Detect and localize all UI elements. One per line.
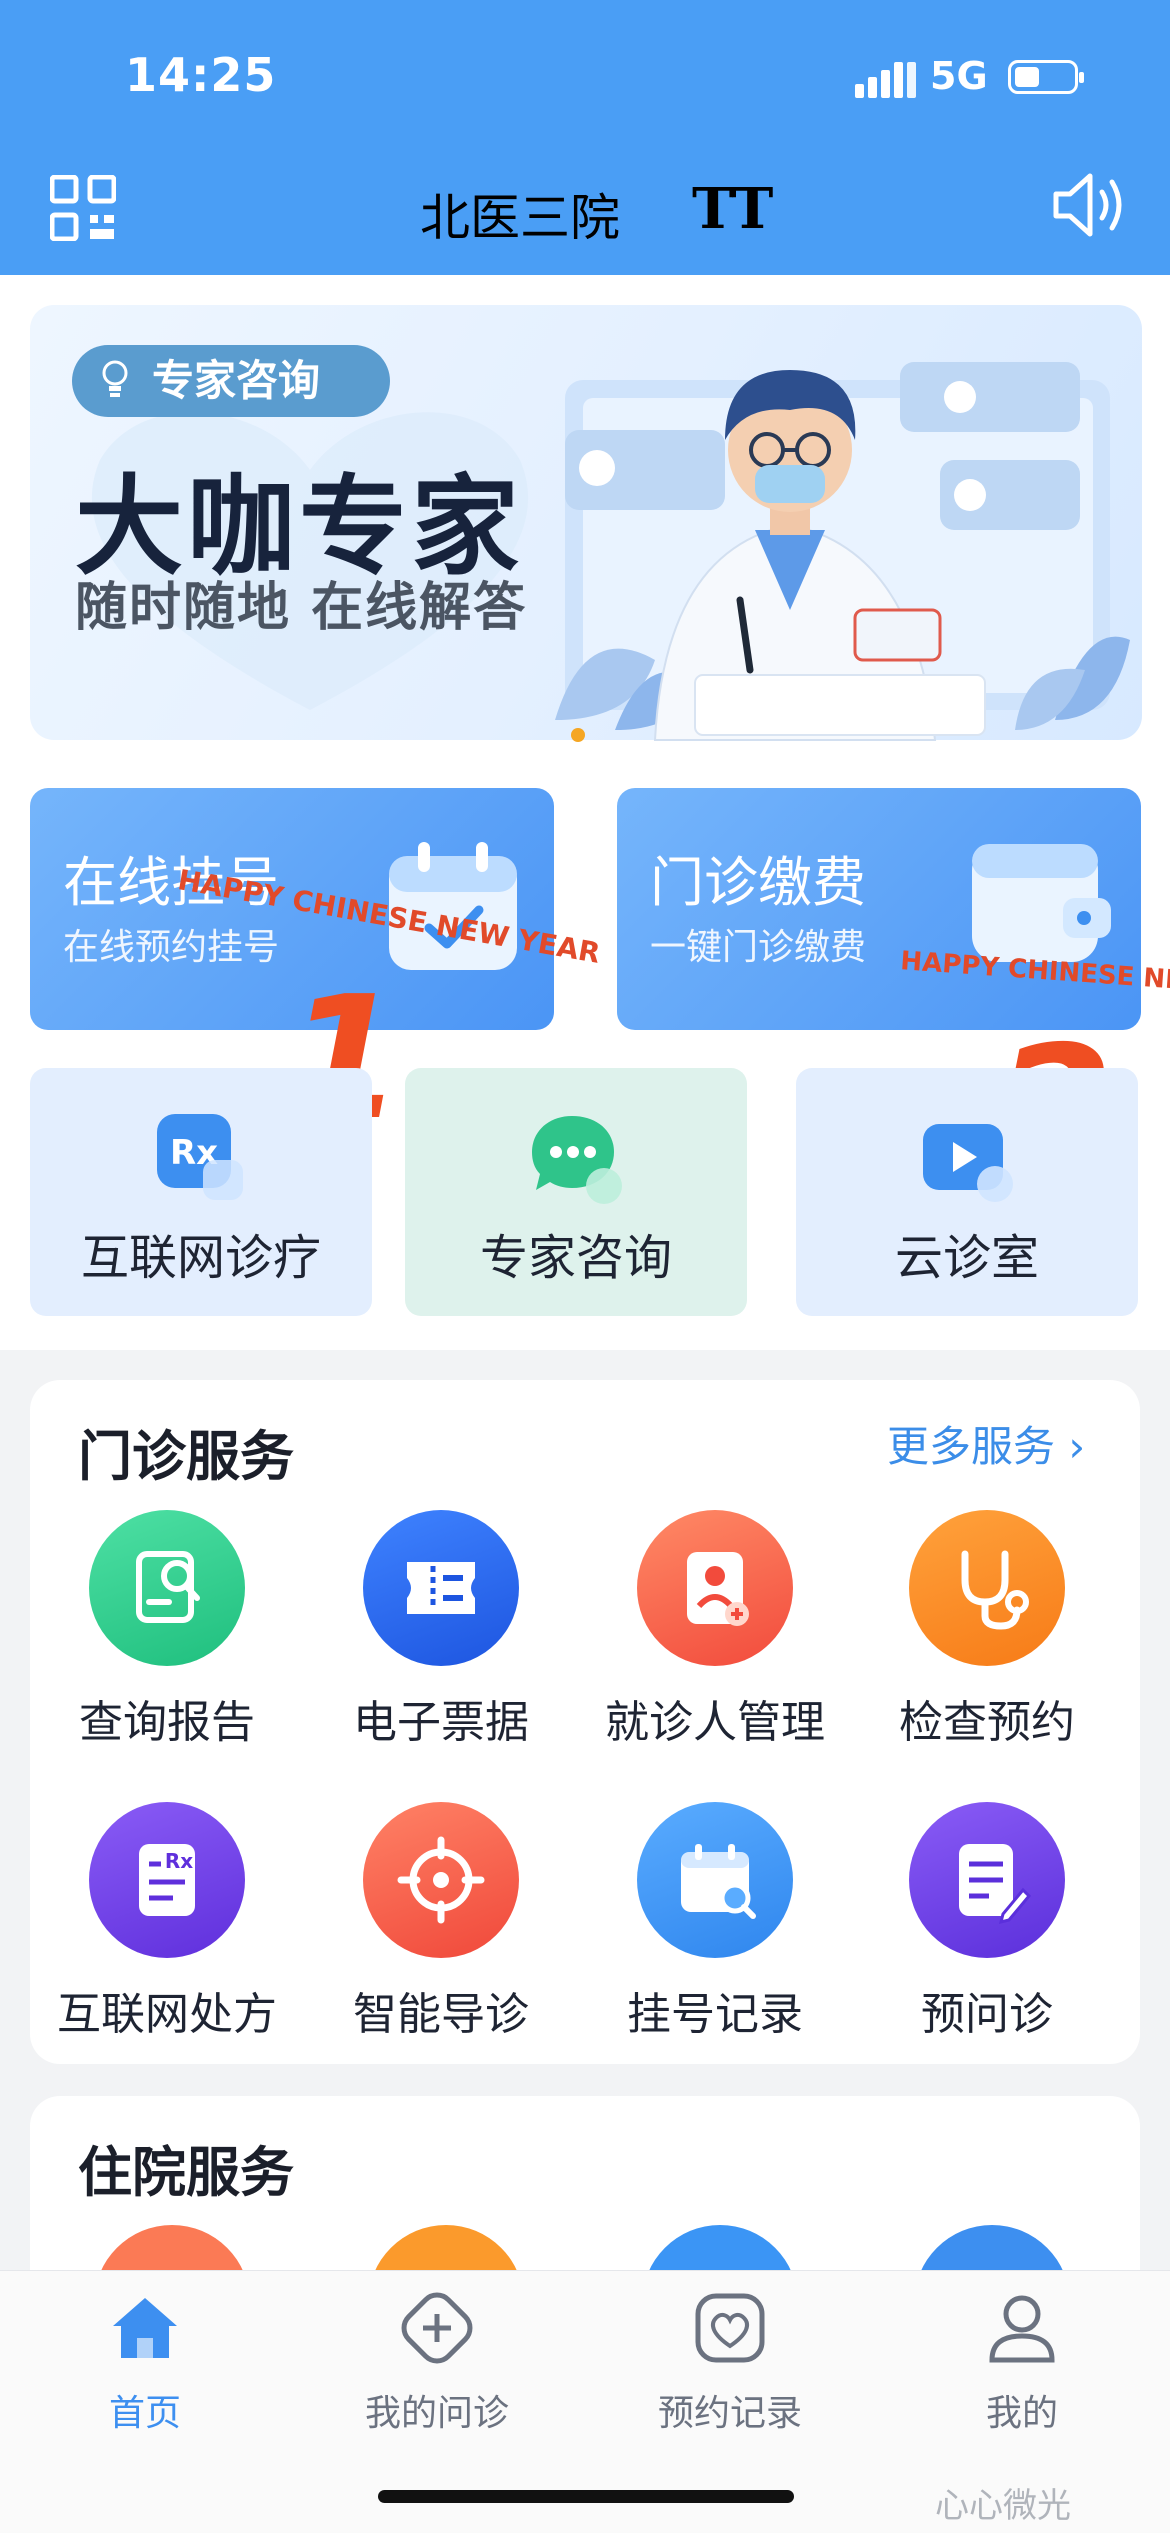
patient-card-icon (637, 1510, 793, 1666)
service-label: 预问诊 (921, 1989, 1053, 2040)
service-label: 查询报告 (79, 1697, 255, 1748)
svg-text:Rx: Rx (165, 1849, 193, 1873)
service-smart-guide[interactable]: 智能导诊 (316, 1802, 566, 2042)
home-indicator[interactable] (378, 2490, 794, 2503)
service-register-records[interactable]: 挂号记录 (590, 1802, 840, 2042)
heart-shield-icon (695, 2293, 765, 2363)
service-label: 检查预约 (899, 1697, 1075, 1748)
rx-icon: Rx (157, 1114, 243, 1200)
chat-bubble-icon (532, 1116, 622, 1204)
tab-profile[interactable]: 我的 (922, 2288, 1122, 2436)
service-label: 电子票据 (353, 1697, 529, 1748)
payment-subtitle: 一键门诊缴费 (650, 927, 867, 968)
tab-home[interactable]: 首页 (45, 2288, 245, 2436)
service-exam-booking[interactable]: 检查预约 (862, 1510, 1112, 1750)
report-search-icon (89, 1510, 245, 1666)
expert-consult-button[interactable]: 专家咨询 (405, 1068, 747, 1316)
cloud-clinic-button[interactable]: 云诊室 (796, 1068, 1138, 1316)
inpatient-title: 住院服务 (78, 2141, 294, 2204)
wallet-icon (972, 844, 1111, 962)
prescription-icon: Rx (89, 1802, 245, 1958)
more-services-link[interactable]: 更多服务 › (887, 1413, 1085, 1474)
calendar-search-icon (637, 1802, 793, 1958)
service-label: 互联网处方 (57, 1989, 277, 2040)
status-bar: 14:25 5G (0, 0, 1170, 150)
target-icon (363, 1802, 519, 1958)
service-label: 就诊人管理 (605, 1697, 825, 1748)
tab-label: 预约记录 (657, 2393, 802, 2434)
tab-label: 首页 (108, 2393, 181, 2434)
tab-label: 我的问诊 (364, 2393, 509, 2434)
network-label: 5G (930, 54, 988, 98)
service-pre-consultation[interactable]: 预问诊 (862, 1802, 1112, 2042)
medical-plus-icon (401, 2292, 473, 2364)
banner-subline: 随时随地 在线解答 (75, 578, 528, 638)
service-label: 智能导诊 (353, 1989, 529, 2040)
font-size-icon[interactable]: TT (692, 176, 773, 242)
video-icon (923, 1124, 1013, 1202)
user-icon (989, 2295, 1055, 2363)
register-subtitle: 在线预约挂号 (63, 927, 280, 968)
home-icon (113, 2298, 177, 2358)
doctor-illustration (555, 362, 1130, 742)
stethoscope-icon (909, 1510, 1065, 1666)
tab-label: 我的 (985, 2393, 1058, 2434)
service-e-receipt[interactable]: 电子票据 (316, 1510, 566, 1750)
outpatient-title: 门诊服务 (78, 1425, 294, 1488)
note-edit-icon (909, 1802, 1065, 1958)
watermark: 心心微光 (935, 2486, 1071, 2526)
cloud-clinic-label: 云诊室 (894, 1230, 1039, 1286)
battery-icon (1008, 60, 1084, 94)
status-time: 14:25 (125, 48, 277, 102)
speaker-icon[interactable] (1052, 170, 1132, 240)
signal-icon (855, 62, 916, 98)
ticket-icon (363, 1510, 519, 1666)
internet-diagnosis-button[interactable]: Rx 互联网诊疗 (30, 1068, 372, 1316)
expert-consult-label: 专家咨询 (479, 1230, 672, 1286)
service-patient-management[interactable]: 就诊人管理 (590, 1510, 840, 1750)
lightbulb-icon (102, 360, 128, 397)
service-label: 挂号记录 (627, 1989, 803, 2040)
tab-my-consultations[interactable]: 我的问诊 (337, 2288, 537, 2436)
qr-code-icon[interactable] (50, 175, 116, 241)
tab-appointment-records[interactable]: 预约记录 (630, 2288, 830, 2436)
service-query-report[interactable]: 查询报告 (42, 1510, 292, 1750)
internet-diagnosis-label: 互联网诊疗 (80, 1230, 321, 1286)
page-title: 北医三院 (420, 189, 620, 247)
service-internet-prescription[interactable]: Rx 互联网处方 (42, 1802, 292, 2042)
payment-title: 门诊缴费 (650, 851, 866, 914)
